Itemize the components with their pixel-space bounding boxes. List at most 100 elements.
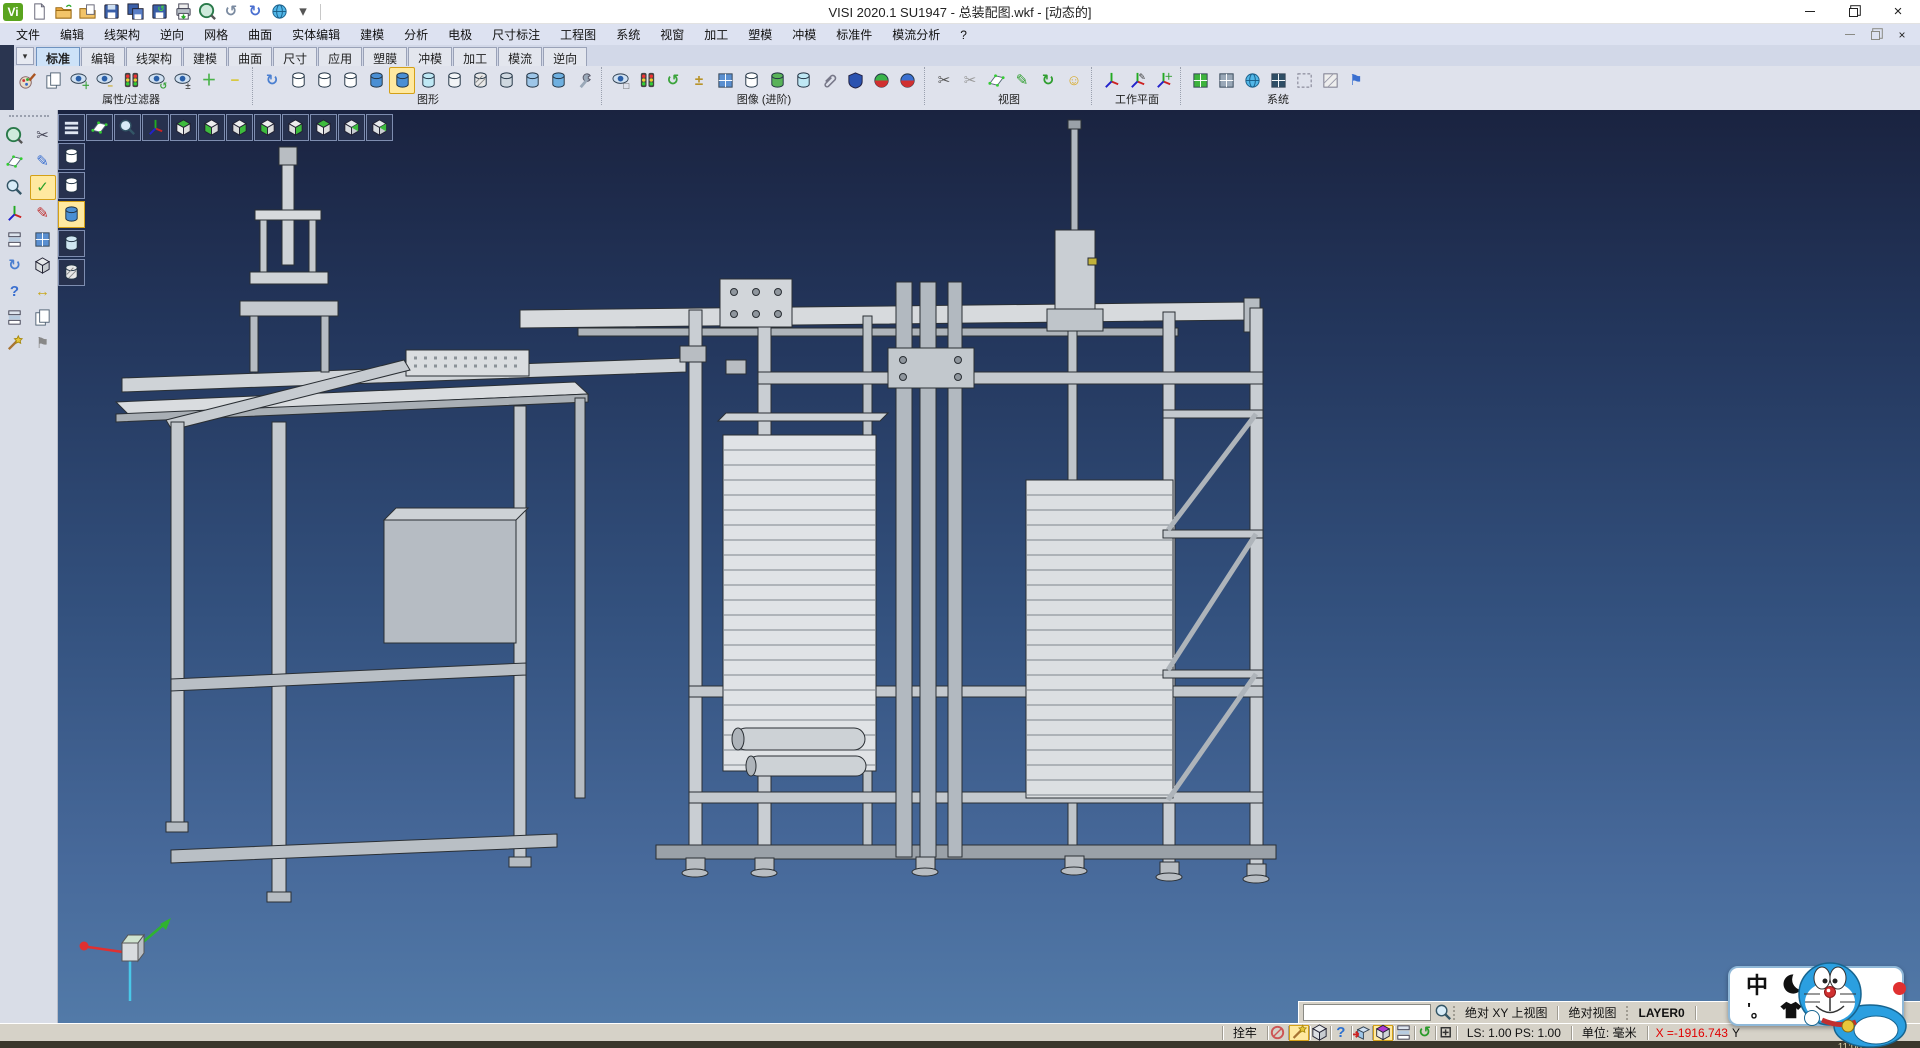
flat-cylinder-icon[interactable] (441, 67, 467, 94)
save-icon[interactable] (100, 1, 122, 22)
absolute-view-label[interactable]: 绝对视图 (1558, 1002, 1626, 1023)
menu-modeling[interactable]: 建模 (350, 24, 394, 45)
minimize-button[interactable] (1788, 0, 1832, 23)
view-workplane-icon[interactable] (86, 114, 113, 141)
tab-surface[interactable]: 曲面 (228, 47, 272, 66)
menu-mold[interactable]: 塑模 (738, 24, 782, 45)
menu-solid-edit[interactable]: 实体编辑 (282, 24, 350, 45)
render-settings-cylinder-icon[interactable] (545, 67, 571, 94)
erase-box-icon[interactable] (1310, 1025, 1330, 1041)
print-preview-icon[interactable] (196, 1, 218, 22)
advanced-traffic-lights-icon[interactable] (634, 67, 660, 94)
tab-wireframe[interactable]: 线架构 (126, 47, 182, 66)
zoom-examine-icon[interactable] (2, 123, 28, 148)
snap-stamp-icon[interactable] (1268, 1025, 1288, 1041)
units-indicator[interactable]: 单位: 毫米 (1572, 1024, 1647, 1041)
view-mode-label[interactable]: 绝对 XY 上视图 (1455, 1002, 1557, 1023)
menu-file[interactable]: 文件 (6, 24, 50, 45)
visi-resources-icon[interactable] (268, 1, 290, 22)
view-cube-left-icon[interactable] (310, 114, 337, 141)
wireframe-cylinder-icon[interactable] (285, 67, 311, 94)
new-file-icon[interactable] (28, 1, 50, 22)
system-selection-box-icon[interactable] (1291, 67, 1317, 94)
auto-refresh-icon[interactable]: ↺ (1415, 1025, 1435, 1041)
magic-wand-icon[interactable] (1289, 1025, 1309, 1041)
menu-electrode[interactable]: 电极 (438, 24, 482, 45)
dynamic-section-2-icon[interactable]: ✂ (957, 67, 983, 94)
confirm-check-icon[interactable]: ✓ (30, 175, 56, 200)
move-axes-icon[interactable] (2, 201, 28, 226)
menu-window[interactable]: 视窗 (650, 24, 694, 45)
view-axes-icon[interactable] (142, 114, 169, 141)
trim-scissors-icon[interactable]: ✂ (30, 123, 56, 148)
redo-icon[interactable]: ↻ (244, 1, 266, 22)
shield-blue-icon[interactable] (842, 67, 868, 94)
refresh-model-icon[interactable]: ↻ (2, 253, 28, 278)
documents-icon[interactable] (30, 305, 56, 330)
workplane-edit-icon[interactable]: ✎ (1124, 67, 1150, 94)
advanced-view-icon[interactable]: □ (608, 67, 634, 94)
tab-standard[interactable]: 标准 (36, 47, 80, 66)
layer-list-icon[interactable] (1394, 1025, 1414, 1041)
status-search-input[interactable] (1303, 1004, 1431, 1021)
tab-modeling[interactable]: 建模 (183, 47, 227, 66)
advanced-plus-minus-icon[interactable]: ± (686, 67, 712, 94)
outline-cylinder-icon[interactable] (337, 67, 363, 94)
copy-attributes-icon[interactable] (40, 67, 66, 94)
sphere-green-red-icon[interactable] (868, 67, 894, 94)
tab-edit[interactable]: 编辑 (81, 47, 125, 66)
attach-clip-icon[interactable] (816, 67, 842, 94)
wireframe-style-icon[interactable] (58, 143, 85, 170)
menu-machining[interactable]: 加工 (694, 24, 738, 45)
annotate-pencil-icon[interactable]: ✎ (30, 201, 56, 226)
sphere-blue-red-icon[interactable] (894, 67, 920, 94)
open-part-icon[interactable] (76, 1, 98, 22)
gouraud-cylinder-icon[interactable] (519, 67, 545, 94)
ghost-style-icon[interactable] (58, 230, 85, 257)
system-flag-icon[interactable]: ⚑ (1343, 67, 1369, 94)
save-as-icon[interactable] (124, 1, 146, 22)
menu-standard-parts[interactable]: 标准件 (826, 24, 882, 45)
view-cube-top-icon[interactable] (170, 114, 197, 141)
zoom-element-icon[interactable] (2, 175, 28, 200)
rotate-view-icon[interactable]: ↻ (1035, 67, 1061, 94)
view-cube-iso-icon[interactable] (338, 114, 365, 141)
box-arrow-icon[interactable] (1352, 1025, 1372, 1041)
advanced-refresh-icon[interactable]: ↺ (660, 67, 686, 94)
menu-analysis[interactable]: 分析 (394, 24, 438, 45)
more-commands-icon[interactable]: ▾ (292, 1, 314, 22)
hatch-cylinder-icon[interactable] (467, 67, 493, 94)
tab-die[interactable]: 冲模 (408, 47, 452, 66)
mdi-minimize-button[interactable] (1842, 27, 1858, 43)
menu-surface[interactable]: 曲面 (238, 24, 282, 45)
help-question-icon[interactable]: ? (2, 279, 28, 304)
toggle-visibility-icon[interactable]: ± (170, 67, 196, 94)
menu-flow-analysis[interactable]: 模流分析 (882, 24, 950, 45)
menu-mesh[interactable]: 网格 (194, 24, 238, 45)
tab-mold[interactable]: 塑膜 (363, 47, 407, 66)
menu-help[interactable]: ? (950, 24, 977, 45)
window-views-icon[interactable] (30, 227, 56, 252)
search-icon[interactable] (1433, 1005, 1453, 1021)
refresh-visibility-icon[interactable]: ↺ (144, 67, 170, 94)
ime-punct-button[interactable]: '。 (1740, 997, 1774, 1023)
shaded-edges-cylinder-icon[interactable] (389, 67, 415, 94)
view-cube-bottom-icon[interactable] (198, 114, 225, 141)
view-face-icon[interactable]: ☺ (1061, 67, 1087, 94)
attributes-brush-icon[interactable] (14, 67, 40, 94)
3d-viewport[interactable]: 绝对 XY 上视图 绝对视图 LAYER0 (58, 110, 1920, 1023)
workplane-axes-icon[interactable] (1098, 67, 1124, 94)
menu-edit[interactable]: 编辑 (50, 24, 94, 45)
system-window-gray-icon[interactable] (1213, 67, 1239, 94)
hide-subtract-icon[interactable]: − (92, 67, 118, 94)
menu-wireframe[interactable]: 线架构 (94, 24, 150, 45)
view-cube-front-icon[interactable] (226, 114, 253, 141)
save-sync-icon[interactable]: ↺ (148, 1, 170, 22)
show-add-icon[interactable]: ＋ (66, 67, 92, 94)
view-menu-icon[interactable] (58, 114, 85, 141)
cylinder-green-icon[interactable] (764, 67, 790, 94)
panel-drag-handle[interactable] (9, 115, 49, 117)
layer-indicator[interactable]: LAYER0 (1628, 1002, 1694, 1023)
layer-stack-icon[interactable] (2, 227, 28, 252)
system-window-dark-icon[interactable] (1265, 67, 1291, 94)
